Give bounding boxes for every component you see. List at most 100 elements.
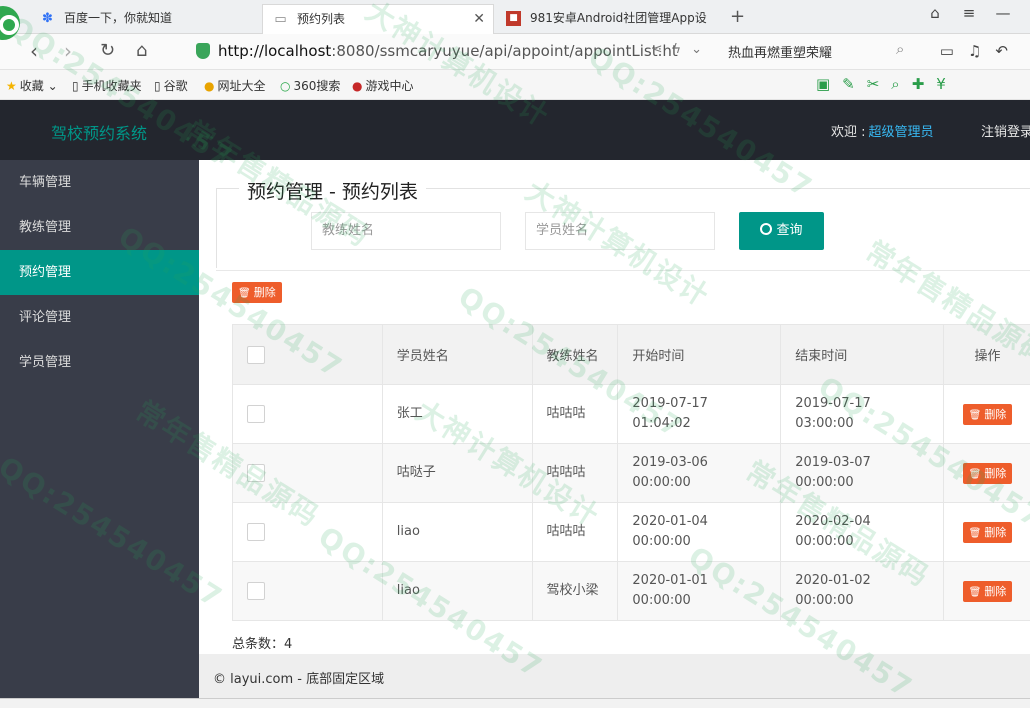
back-icon[interactable]: ‹ [30,39,38,63]
col-header-student[interactable]: 学员姓名 [381,324,533,385]
start-date: 2020-01-01 [632,573,708,588]
table-row: 咕哒子 咕咕咕 2019-03-06 00:00:00 2019-03-07 00:… [232,443,1030,503]
table-header-row: 学员姓名 教练姓名 开始时间 结束时间 操作 [232,324,1030,385]
delete-row-button[interactable]: 🗑 删除 [962,462,1013,484]
new-tab-icon[interactable]: + [730,4,745,30]
menu-icon[interactable]: ≡ [952,4,986,22]
row-checkbox-cell [232,384,383,444]
sidebar-item-comments[interactable]: 评论管理 [0,295,199,340]
cell-end: 2020-01-02 00:00:00 [780,561,945,621]
minimize-icon[interactable]: — [986,4,1020,22]
sidebar-item-appointments[interactable]: 预约管理 [0,250,199,295]
end-date: 2020-01-02 [795,573,871,588]
favicon-icon: ■ [506,11,521,26]
cell-end: 2019-03-07 00:00:00 [780,443,945,503]
row-checkbox-cell [232,443,383,503]
search-button[interactable]: 查询 [739,212,824,250]
search-button-label: 查询 [776,223,803,238]
browser-tab-other[interactable]: ■ 981安卓Android社团管理App设 [496,4,722,34]
reload-icon[interactable]: ↻ [100,39,115,63]
sidebar: 车辆管理 教练管理 预约管理 评论管理 学员管理 [0,160,199,708]
bookmark-360[interactable]: ○ 360搜索 [280,77,340,94]
browser-tab-active[interactable]: ▭ 预约列表 ✕ [262,4,494,34]
start-time: 01:04:02 [632,416,691,431]
col-header-start[interactable]: 开始时间 [617,324,782,385]
bookmark-label: 360搜索 [293,79,341,93]
bookmark-sites[interactable]: ● 网址大全 [204,77,266,94]
select-all-cell [232,324,383,385]
row-checkbox[interactable] [247,522,265,541]
cell-action: 🗑 删除 [943,384,1030,444]
col-header-action: 操作 [943,324,1030,385]
url-input[interactable]: http://localhost:8080/ssmcaryuyue/api/ap… [190,40,712,64]
cell-coach: 驾校小梁 [531,561,619,621]
taskbar-strip [0,698,1030,708]
welcome-label: 欢迎 : [831,125,866,140]
page-icon: ▭ [274,12,287,27]
app-header: 驾校预约系统 欢迎 : 超级管理员 注销登录 [0,100,1030,160]
globe-icon: ● [204,79,215,93]
cell-action: 🗑 删除 [943,502,1030,562]
user-name-link[interactable]: 超级管理员 [869,125,934,140]
coach-name-input[interactable]: 教练姓名 [311,212,501,250]
delete-label: 删除 [984,525,1007,539]
tab-label: 预约列表 [297,12,346,26]
trash-icon: 🗑 [968,527,982,539]
browser-search-input[interactable]: 热血再燃重塑荣耀 [728,42,914,61]
bookmark-label: 游戏中心 [365,79,414,93]
window-controls: ⌂ ≡ — [918,4,1020,22]
delete-row-button[interactable]: 🗑 删除 [962,580,1013,602]
star-icon: ★ [6,79,17,93]
row-checkbox[interactable] [247,404,265,423]
row-checkbox[interactable] [247,581,265,600]
sidebar-item-students[interactable]: 学员管理 [0,340,199,385]
main-content: 预约管理 - 预约列表 教练姓名 学员姓名 查询 🗑 删除 学员姓名 教练姓名 开… [199,160,1030,654]
cell-action: 🗑 删除 [943,443,1030,503]
bookmark-games[interactable]: ● 游戏中心 [352,77,414,94]
bookmark-google[interactable]: ▯ 谷歌 [154,77,188,94]
delete-label: 删除 [984,407,1007,421]
col-header-end[interactable]: 结束时间 [780,324,945,385]
shirt-icon[interactable]: ⌂ [918,4,952,22]
appointment-table: 学员姓名 教练姓名 开始时间 结束时间 操作 张工 咕咕咕 2019-07-17… [232,324,1030,621]
cell-coach: 咕咕咕 [531,502,619,562]
row-checkbox[interactable] [247,463,265,482]
end-time: 00:00:00 [795,593,854,608]
sidebar-item-coaches[interactable]: 教练管理 [0,205,199,250]
row-checkbox-cell [232,561,383,621]
row-checkbox-cell [232,502,383,562]
delete-row-button[interactable]: 🗑 删除 [962,521,1013,543]
bookmark-favorites[interactable]: ★ 收藏 ⌄ [6,77,58,94]
select-all-checkbox[interactable] [247,345,265,364]
divider [216,270,1030,271]
forward-icon[interactable]: › [64,39,72,63]
bookmark-mobile[interactable]: ▯ 手机收藏夹 [72,77,142,94]
student-name-input[interactable]: 学员姓名 [525,212,715,250]
cell-end: 2020-02-04 00:00:00 [780,502,945,562]
batch-delete-label: 删除 [253,286,276,299]
cell-coach: 咕咕咕 [531,443,619,503]
end-date: 2019-07-17 [795,396,871,411]
search-icon[interactable]: ⌕ [896,40,904,58]
share-icon[interactable]: ⋖ϟ⌄ [652,42,712,57]
close-icon[interactable]: ✕ [473,5,485,33]
tab-label: 百度一下，你就知道 [64,11,173,25]
home-icon[interactable]: ⌂ [136,39,147,63]
url-text: http://localhost:8080/ssmcaryuyue/api/ap… [218,42,678,60]
bookmark-label: 手机收藏夹 [81,79,142,93]
col-header-coach[interactable]: 教练姓名 [531,324,619,385]
cell-start: 2019-03-06 00:00:00 [617,443,782,503]
extension-icons[interactable]: ▣✎✂⌕✚¥ [816,75,958,93]
cell-action: 🗑 删除 [943,561,1030,621]
delete-row-button[interactable]: 🗑 删除 [962,403,1013,425]
batch-delete-button[interactable]: 🗑 删除 [232,282,282,303]
logout-link[interactable]: 注销登录 [981,121,1030,140]
welcome-text: 欢迎 : 超级管理员 [831,121,934,140]
browser-tab-strip: ✽ 百度一下，你就知道 ▭ 预约列表 ✕ ■ 981安卓Android社团管理A… [0,0,1030,40]
toolbar-icons[interactable]: ▭♫↶ [940,42,1022,60]
cell-start: 2020-01-04 00:00:00 [617,502,782,562]
sidebar-item-vehicles[interactable]: 车辆管理 [0,160,199,205]
browser-tab-baidu[interactable]: ✽ 百度一下，你就知道 [30,4,258,34]
cell-student: liao [381,502,533,562]
shield-icon [196,43,210,59]
